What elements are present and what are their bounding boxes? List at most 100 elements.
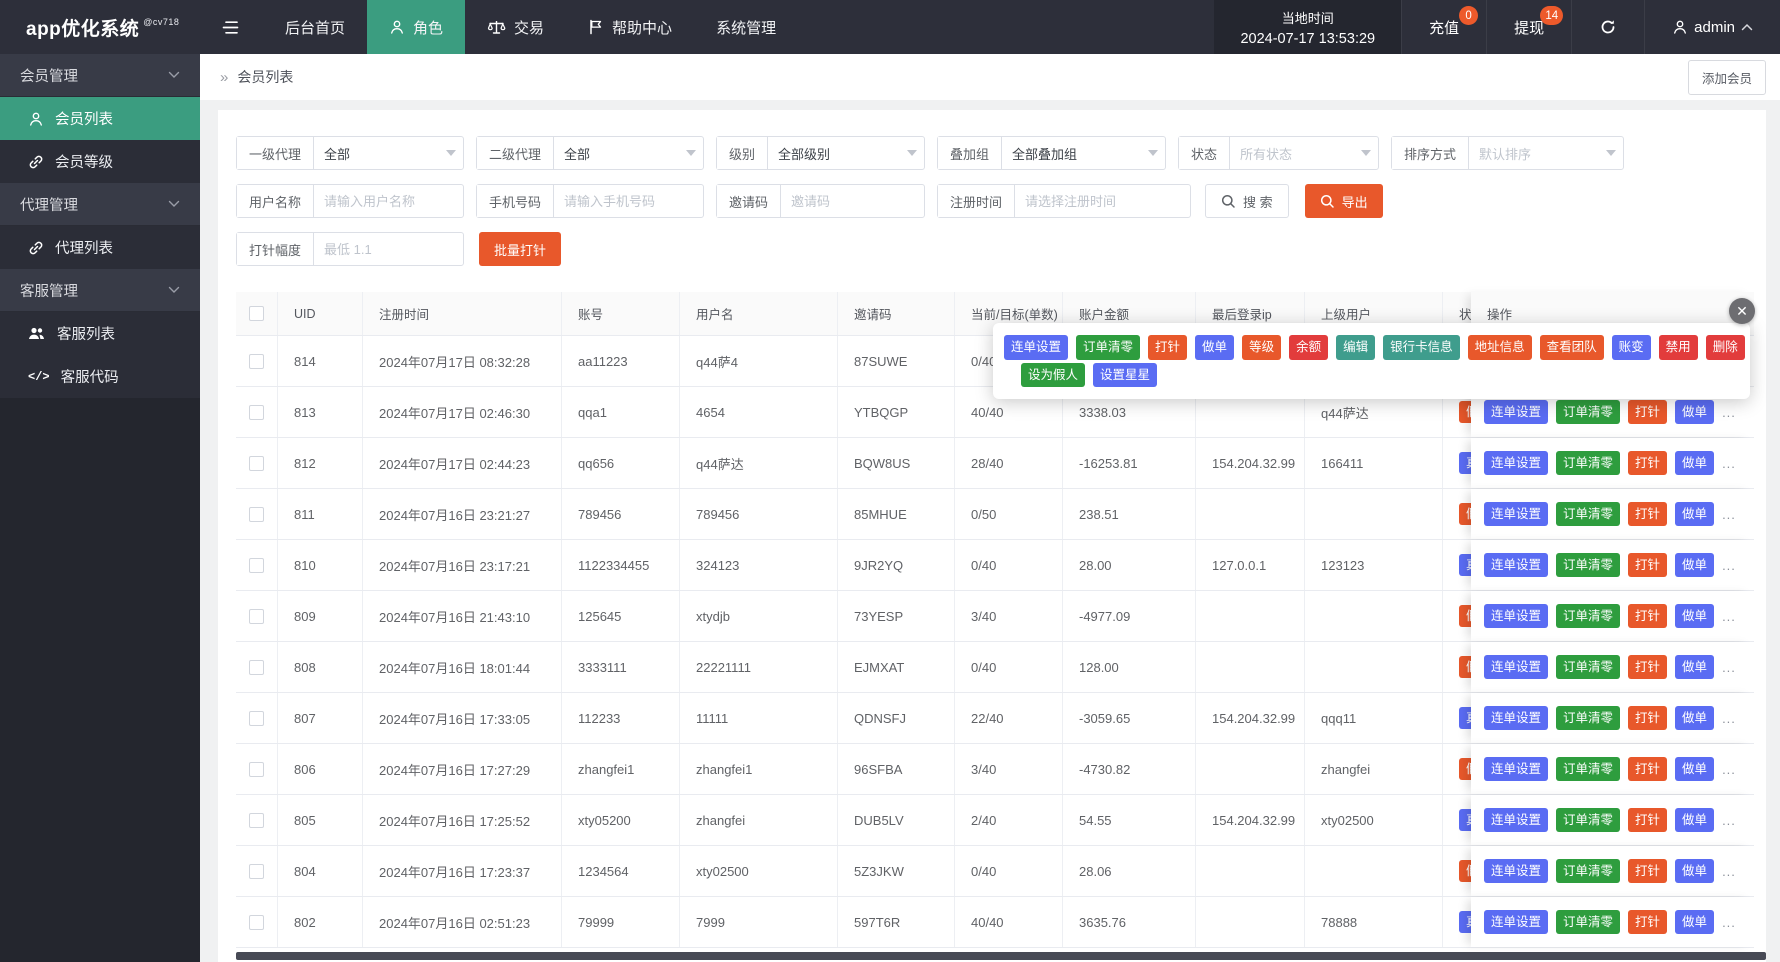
row-checkbox[interactable]	[249, 710, 264, 726]
row-action-连单设置[interactable]: 连单设置	[1484, 552, 1549, 578]
row-action-做单[interactable]: 做单	[1675, 807, 1715, 833]
row-more-actions[interactable]: ...	[1722, 456, 1736, 471]
popup-close-button[interactable]: ✕	[1729, 298, 1755, 324]
row-action-订单清零[interactable]: 订单清零	[1556, 450, 1621, 476]
row-action-做单[interactable]: 做单	[1675, 501, 1715, 527]
row-action-做单[interactable]: 做单	[1675, 909, 1715, 935]
nav-roles[interactable]: 角色	[367, 0, 466, 54]
row-more-actions[interactable]: ...	[1722, 813, 1736, 828]
popup-action-设为假人[interactable]: 设为假人	[1021, 362, 1086, 387]
row-action-做单[interactable]: 做单	[1675, 858, 1715, 884]
filter-sort-select[interactable]: 排序方式 默认排序	[1391, 136, 1624, 170]
filter-agent-l2-select[interactable]: 二级代理 全部	[476, 136, 704, 170]
row-action-做单[interactable]: 做单	[1675, 756, 1715, 782]
row-checkbox[interactable]	[249, 608, 264, 624]
row-action-连单设置[interactable]: 连单设置	[1484, 705, 1549, 731]
sidebar-group-agents[interactable]: 代理管理	[0, 183, 200, 226]
popup-action-等级[interactable]: 等级	[1242, 335, 1282, 360]
row-action-订单清零[interactable]: 订单清零	[1556, 654, 1621, 680]
row-checkbox[interactable]	[249, 455, 264, 471]
popup-action-地址信息[interactable]: 地址信息	[1467, 335, 1532, 360]
row-checkbox[interactable]	[249, 863, 264, 879]
row-action-订单清零[interactable]: 订单清零	[1556, 909, 1621, 935]
search-button[interactable]: 搜 索	[1205, 184, 1289, 218]
filter-status-select[interactable]: 状态 所有状态	[1178, 136, 1379, 170]
withdraw-button[interactable]: 提现 14	[1486, 0, 1571, 54]
popup-action-查看团队[interactable]: 查看团队	[1539, 335, 1604, 360]
sidebar-group-support[interactable]: 客服管理	[0, 269, 200, 312]
popup-action-禁用[interactable]: 禁用	[1658, 335, 1698, 360]
menu-toggle-button[interactable]	[200, 0, 263, 54]
row-action-打针[interactable]: 打针	[1628, 501, 1668, 527]
row-action-订单清零[interactable]: 订单清零	[1556, 705, 1621, 731]
row-action-做单[interactable]: 做单	[1675, 654, 1715, 680]
sidebar-item-support-list[interactable]: 客服列表	[0, 312, 200, 355]
row-action-打针[interactable]: 打针	[1628, 654, 1668, 680]
add-member-button[interactable]: 添加会员	[1687, 59, 1766, 95]
popup-action-编辑[interactable]: 编辑	[1336, 335, 1376, 360]
row-action-连单设置[interactable]: 连单设置	[1484, 756, 1549, 782]
sidebar-item-agent-list[interactable]: 代理列表	[0, 226, 200, 269]
popup-action-账变[interactable]: 账变	[1611, 335, 1651, 360]
filter-username-input[interactable]	[314, 185, 463, 217]
recharge-button[interactable]: 充值 0	[1401, 0, 1486, 54]
row-more-actions[interactable]: ...	[1722, 660, 1736, 675]
popup-action-余额[interactable]: 余额	[1289, 335, 1329, 360]
sidebar-item-member-list[interactable]: 会员列表	[0, 97, 200, 140]
filter-phone-input[interactable]	[554, 185, 703, 217]
row-more-actions[interactable]: ...	[1722, 915, 1736, 930]
popup-action-连单设置[interactable]: 连单设置	[1004, 335, 1069, 360]
popup-action-打针[interactable]: 打针	[1148, 335, 1188, 360]
row-checkbox[interactable]	[249, 557, 264, 573]
row-action-打针[interactable]: 打针	[1628, 399, 1668, 425]
row-action-连单设置[interactable]: 连单设置	[1484, 399, 1549, 425]
row-action-连单设置[interactable]: 连单设置	[1484, 807, 1549, 833]
row-action-做单[interactable]: 做单	[1675, 450, 1715, 476]
row-action-打针[interactable]: 打针	[1628, 858, 1668, 884]
row-action-订单清零[interactable]: 订单清零	[1556, 807, 1621, 833]
row-more-actions[interactable]: ...	[1722, 711, 1736, 726]
row-action-连单设置[interactable]: 连单设置	[1484, 858, 1549, 884]
popup-action-做单[interactable]: 做单	[1195, 335, 1235, 360]
row-checkbox[interactable]	[249, 761, 264, 777]
row-action-做单[interactable]: 做单	[1675, 399, 1715, 425]
row-checkbox[interactable]	[249, 404, 264, 420]
row-action-订单清零[interactable]: 订单清零	[1556, 756, 1621, 782]
row-action-连单设置[interactable]: 连单设置	[1484, 654, 1549, 680]
filter-stack-group-select[interactable]: 叠加组 全部叠加组	[937, 136, 1166, 170]
popup-action-删除[interactable]: 删除	[1705, 335, 1745, 360]
row-checkbox[interactable]	[249, 914, 264, 930]
horizontal-scrollbar[interactable]	[236, 952, 1766, 960]
popup-action-设置星星[interactable]: 设置星星	[1093, 362, 1158, 387]
row-checkbox[interactable]	[249, 353, 264, 369]
row-more-actions[interactable]: ...	[1722, 762, 1736, 777]
row-action-订单清零[interactable]: 订单清零	[1556, 603, 1621, 629]
nav-system[interactable]: 系统管理	[694, 0, 798, 54]
row-action-订单清零[interactable]: 订单清零	[1556, 501, 1621, 527]
row-more-actions[interactable]: ...	[1722, 507, 1736, 522]
refresh-button[interactable]	[1571, 0, 1644, 54]
filter-invite-code-input[interactable]	[781, 185, 924, 217]
row-action-打针[interactable]: 打针	[1628, 450, 1668, 476]
row-checkbox[interactable]	[249, 506, 264, 522]
sidebar-group-members[interactable]: 会员管理	[0, 54, 200, 97]
filter-inject-range-input[interactable]	[314, 233, 463, 265]
row-action-连单设置[interactable]: 连单设置	[1484, 501, 1549, 527]
row-action-连单设置[interactable]: 连单设置	[1484, 603, 1549, 629]
row-action-订单清零[interactable]: 订单清零	[1556, 552, 1621, 578]
row-action-打针[interactable]: 打针	[1628, 807, 1668, 833]
batch-inject-button[interactable]: 批量打针	[479, 232, 562, 266]
row-more-actions[interactable]: ...	[1722, 864, 1736, 879]
filter-reg-time-input[interactable]	[1015, 185, 1190, 217]
row-more-actions[interactable]: ...	[1722, 558, 1736, 573]
popup-action-订单清零[interactable]: 订单清零	[1076, 335, 1141, 360]
nav-trade[interactable]: 交易	[465, 0, 566, 54]
nav-dashboard[interactable]: 后台首页	[263, 0, 367, 54]
row-more-actions[interactable]: ...	[1722, 405, 1736, 420]
sidebar-item-support-code[interactable]: </> 客服代码	[0, 355, 200, 398]
nav-help-center[interactable]: 帮助中心	[566, 0, 694, 54]
row-more-actions[interactable]: ...	[1722, 609, 1736, 624]
row-action-做单[interactable]: 做单	[1675, 552, 1715, 578]
row-action-做单[interactable]: 做单	[1675, 705, 1715, 731]
row-action-打针[interactable]: 打针	[1628, 756, 1668, 782]
